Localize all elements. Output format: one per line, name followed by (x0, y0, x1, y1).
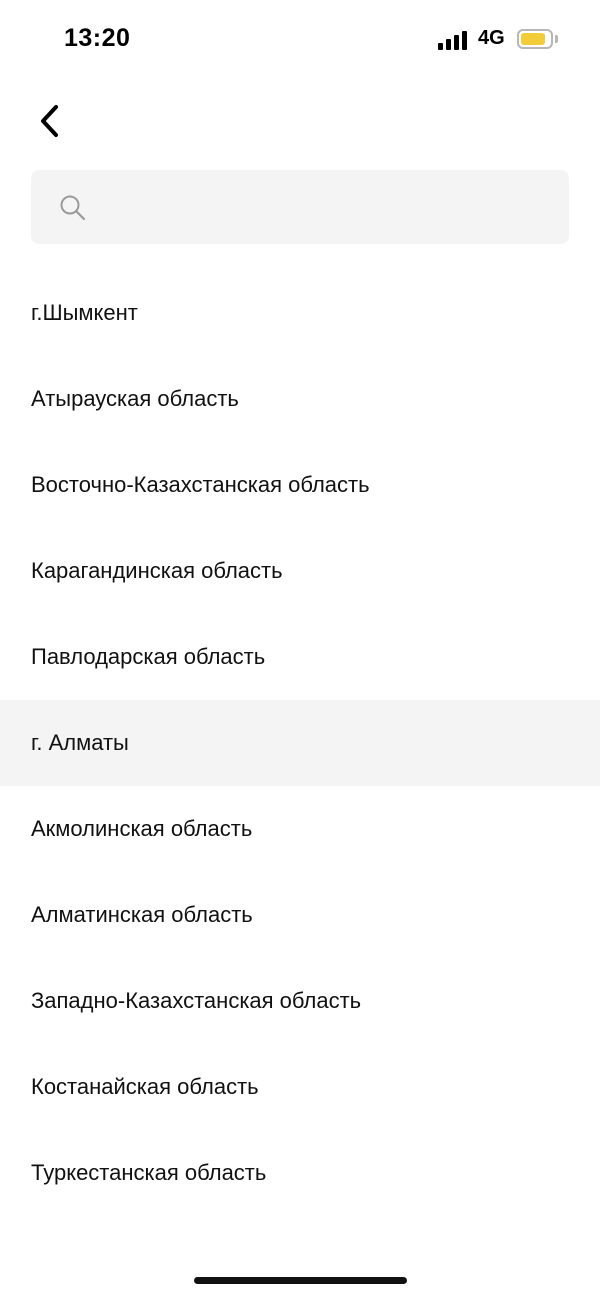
region-list: г.Шымкент Атырауская область Восточно-Ка… (0, 270, 600, 1216)
home-indicator (194, 1277, 407, 1284)
status-bar: 13:20 4G (0, 0, 600, 80)
search-icon (60, 195, 86, 221)
region-item-shymkent[interactable]: г.Шымкент (0, 270, 600, 356)
signal-strength-icon (438, 30, 470, 50)
region-item-akmola[interactable]: Акмолинская область (0, 786, 600, 872)
region-item-karaganda[interactable]: Карагандинская область (0, 528, 600, 614)
battery-icon (517, 29, 553, 49)
battery-level (521, 33, 545, 45)
region-item-almaty-region[interactable]: Алматинская область (0, 872, 600, 958)
chevron-left-icon (41, 105, 58, 137)
battery-cap (555, 35, 558, 43)
region-item-west-kazakhstan[interactable]: Западно-Казахстанская область (0, 958, 600, 1044)
region-item-atyrau[interactable]: Атырауская область (0, 356, 600, 442)
region-item-pavlodar[interactable]: Павлодарская область (0, 614, 600, 700)
search-bar[interactable] (31, 170, 569, 244)
back-button[interactable] (24, 94, 76, 146)
network-type: 4G (478, 27, 505, 49)
status-time: 13:20 (64, 24, 131, 52)
search-input[interactable] (101, 170, 551, 244)
region-item-turkestan[interactable]: Туркестанская область (0, 1130, 600, 1216)
region-item-almaty-city[interactable]: г. Алматы (0, 700, 600, 786)
region-item-kostanay[interactable]: Костанайская область (0, 1044, 600, 1130)
region-item-east-kazakhstan[interactable]: Восточно-Казахстанская область (0, 442, 600, 528)
